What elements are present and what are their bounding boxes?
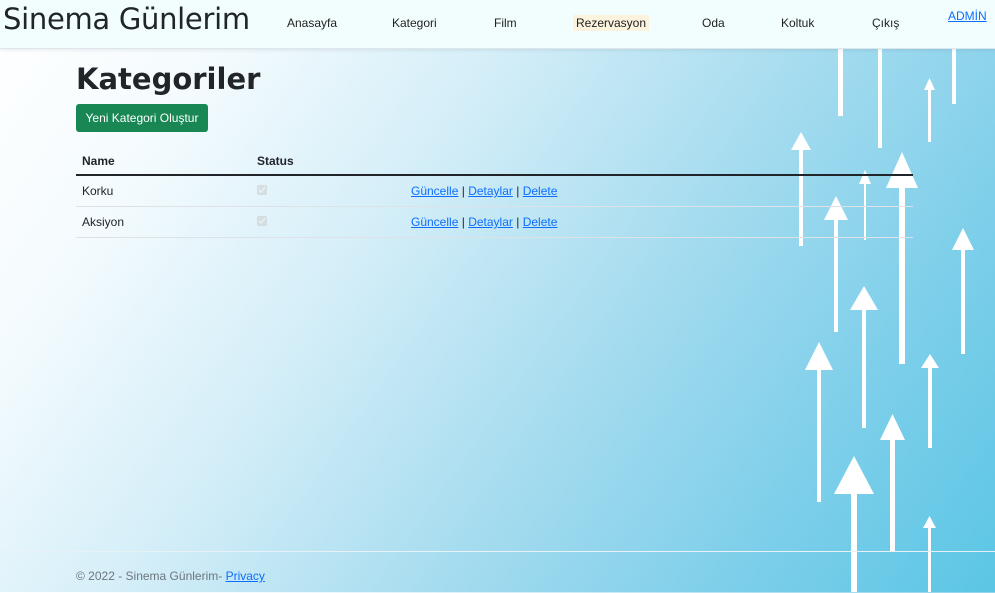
status-checkbox xyxy=(257,216,267,226)
top-navbar: Sinema Günlerim Anasayfa Kategori Film R… xyxy=(0,0,995,49)
edit-link[interactable]: Güncelle xyxy=(411,215,458,229)
details-link[interactable]: Detaylar xyxy=(468,215,513,229)
actions-cell: Güncelle | Detaylar | Delete xyxy=(405,206,913,238)
link-separator: | xyxy=(461,184,465,198)
footer-copyright: © 2022 - Sinema Günlerim- xyxy=(76,569,223,583)
nav-cikis[interactable]: Çıkış xyxy=(869,15,902,31)
delete-link[interactable]: Delete xyxy=(523,184,558,198)
status-cell xyxy=(251,206,405,238)
details-link[interactable]: Detaylar xyxy=(468,184,513,198)
table-row: Aksiyon Güncelle | Detaylar | Delete xyxy=(76,206,913,238)
page-footer: © 2022 - Sinema Günlerim- Privacy xyxy=(0,551,995,593)
column-header-status: Status xyxy=(251,148,405,176)
categories-table: Name Status Korku Güncelle | Detaylar | … xyxy=(76,148,913,238)
category-name: Aksiyon xyxy=(76,206,251,238)
table-row: Korku Güncelle | Detaylar | Delete xyxy=(76,175,913,207)
category-name: Korku xyxy=(76,175,251,207)
create-category-button[interactable]: Yeni Kategori Oluştur xyxy=(76,104,208,132)
brand-title[interactable]: Sinema Günlerim xyxy=(3,2,250,36)
edit-link[interactable]: Güncelle xyxy=(411,184,458,198)
nav-kategori[interactable]: Kategori xyxy=(389,15,440,31)
nav-film[interactable]: Film xyxy=(491,15,520,31)
column-header-actions xyxy=(405,148,913,176)
table-header-row: Name Status xyxy=(76,148,913,176)
delete-link[interactable]: Delete xyxy=(523,215,558,229)
link-separator: | xyxy=(516,215,520,229)
status-checkbox xyxy=(257,185,267,195)
actions-cell: Güncelle | Detaylar | Delete xyxy=(405,175,913,207)
nav-anasayfa[interactable]: Anasayfa xyxy=(284,15,340,31)
nav-rezervasyon[interactable]: Rezervasyon xyxy=(573,15,650,31)
nav-koltuk[interactable]: Koltuk xyxy=(778,15,817,31)
link-separator: | xyxy=(461,215,465,229)
link-separator: | xyxy=(516,184,520,198)
nav-oda[interactable]: Oda xyxy=(699,15,728,31)
column-header-name: Name xyxy=(76,148,251,176)
page-title: Kategoriler xyxy=(76,62,261,96)
status-cell xyxy=(251,175,405,207)
privacy-link[interactable]: Privacy xyxy=(226,569,265,583)
footer-text-container: © 2022 - Sinema Günlerim- Privacy xyxy=(76,569,265,583)
admin-link[interactable]: ADMİN xyxy=(948,9,987,23)
background-arrows-decoration xyxy=(791,48,974,592)
